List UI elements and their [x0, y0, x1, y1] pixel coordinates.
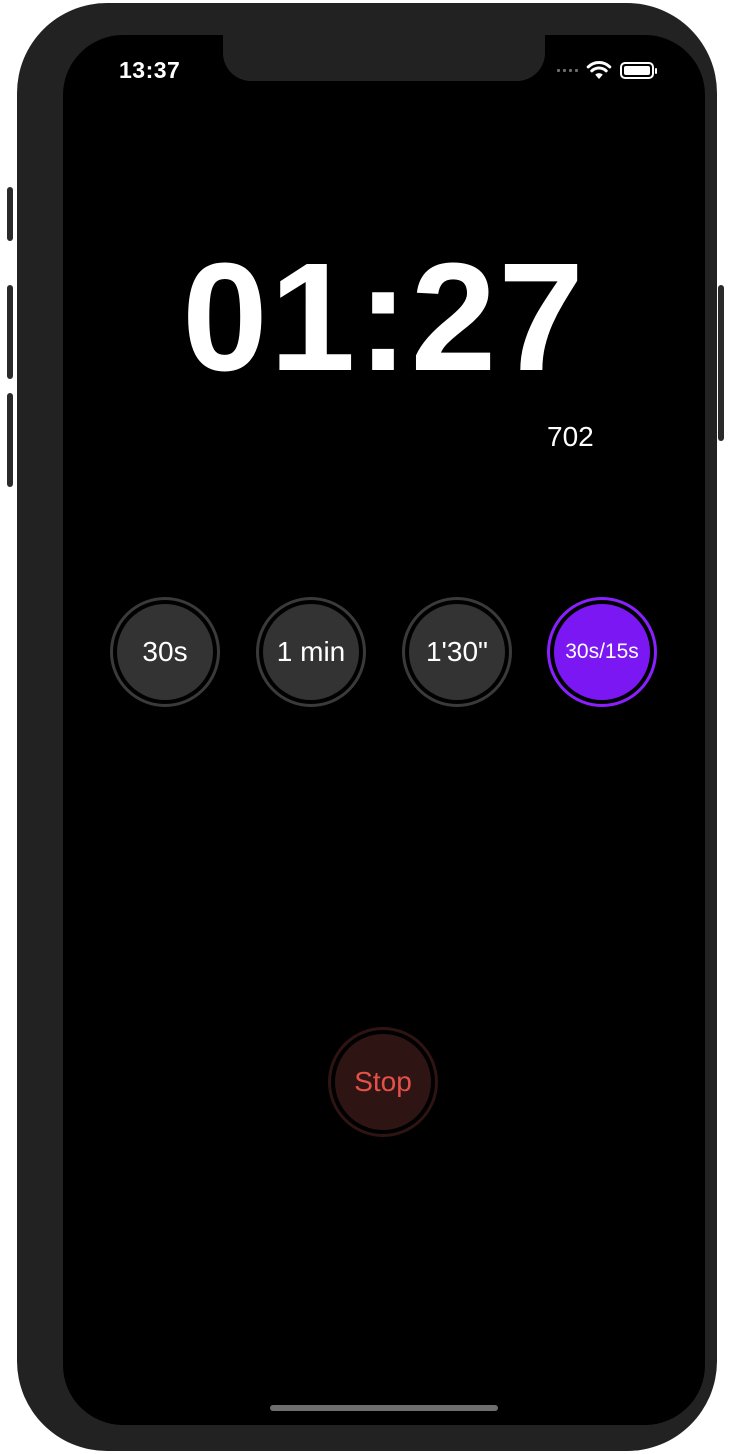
status-time: 13:37 [119, 57, 181, 83]
stop-label: Stop [335, 1034, 431, 1130]
status-icons [557, 57, 657, 83]
mute-switch [7, 187, 13, 241]
power-button [718, 285, 724, 441]
signal-dots-icon [557, 68, 578, 72]
device-frame: 13:37 01:27 702 30s 1 min 1'30" 30s/15s … [7, 3, 724, 1451]
screen: 13:37 01:27 702 30s 1 min 1'30" 30s/15s … [63, 35, 705, 1425]
wifi-icon [586, 61, 612, 79]
preset-30s-button[interactable]: 30s [110, 597, 220, 707]
timer-display: 01:27 [182, 231, 586, 403]
preset-buttons: 30s 1 min 1'30" 30s/15s [63, 597, 705, 707]
preset-1min-button[interactable]: 1 min [256, 597, 366, 707]
volume-up-button [7, 285, 13, 379]
preset-label: 1'30" [409, 604, 505, 700]
preset-label: 30s/15s [554, 604, 650, 700]
stop-button[interactable]: Stop [328, 1027, 438, 1137]
home-indicator[interactable] [270, 1405, 498, 1411]
battery-icon [620, 61, 657, 79]
volume-down-button [7, 393, 13, 487]
notch [223, 35, 545, 81]
preset-label: 1 min [263, 604, 359, 700]
rep-counter: 702 [547, 421, 594, 452]
preset-label: 30s [117, 604, 213, 700]
preset-30s-15s-button[interactable]: 30s/15s [547, 597, 657, 707]
preset-1m30s-button[interactable]: 1'30" [402, 597, 512, 707]
